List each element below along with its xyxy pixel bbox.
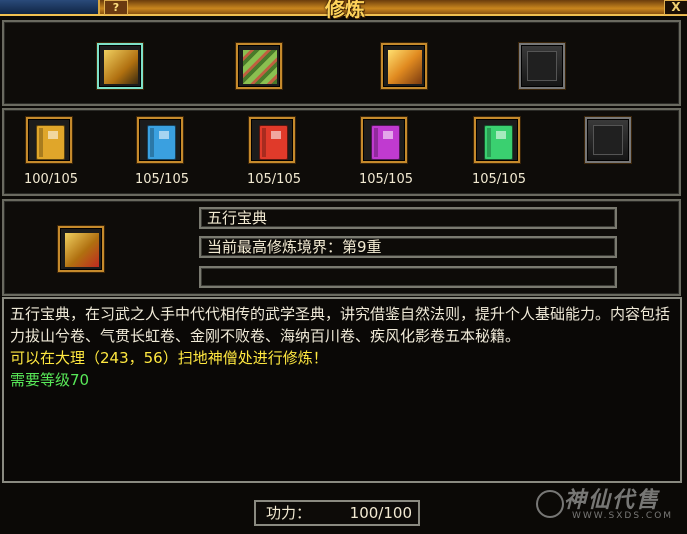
book-slot-5[interactable]	[474, 117, 520, 163]
book-slot-2[interactable]	[137, 117, 183, 163]
scroll-bundle-icon	[243, 50, 277, 84]
book-count-1: 100/105	[23, 172, 78, 187]
category-slot-scroll-bundle[interactable]	[236, 43, 282, 89]
category-slot-empty[interactable]	[519, 43, 565, 89]
books-panel	[2, 108, 681, 196]
book-slot-6-empty[interactable]	[585, 117, 631, 163]
watermark-logo-icon	[536, 490, 564, 518]
book-bundle-icon	[65, 233, 99, 267]
watermark-url: WWW.SXDS.COM	[572, 511, 674, 521]
book-bundle-icon	[104, 50, 138, 84]
character-portrait	[0, 0, 100, 14]
book-icon	[259, 125, 288, 160]
window-title: 修炼	[325, 0, 365, 21]
book-slot-3[interactable]	[249, 117, 295, 163]
book-count-3: 105/105	[246, 172, 301, 187]
description-box: 五行宝典，在习武之人手中代代相传的武学圣典，讲究借鉴自然法则，提升个人基础能力。…	[2, 297, 682, 483]
book-slot-4[interactable]	[361, 117, 407, 163]
watermark: 神仙代售 WWW.SXDS.COM	[532, 478, 687, 534]
description-body: 五行宝典，在习武之人手中代代相传的武学圣典，讲究借鉴自然法则，提升个人基础能力。…	[10, 305, 671, 345]
requirement-text: 需要等级70	[10, 371, 90, 389]
gongli-label: 功力：	[266, 504, 312, 522]
selected-book-slot	[58, 226, 104, 272]
close-button[interactable]: X	[664, 0, 687, 15]
book-icon	[147, 125, 176, 160]
category-slot-book-bundle[interactable]	[97, 43, 143, 89]
gongli-value: 100/100	[349, 504, 412, 522]
book-name-field: 五行宝典	[199, 207, 617, 229]
help-button[interactable]: ?	[104, 0, 128, 15]
book-icon	[36, 125, 65, 160]
book-slot-1[interactable]	[26, 117, 72, 163]
category-slot-gold-bundle[interactable]	[381, 43, 427, 89]
book-icon	[371, 125, 400, 160]
book-icon	[484, 125, 513, 160]
book-count-2: 105/105	[134, 172, 189, 187]
book-extra-field	[199, 266, 617, 288]
gold-bundle-icon	[388, 50, 422, 84]
book-level-field: 当前最高修炼境界：第9重	[199, 236, 617, 258]
watermark-text: 神仙代售	[564, 488, 661, 513]
book-count-4: 105/105	[358, 172, 413, 187]
location-text: 可以在大理（243，56）扫地神僧处进行修炼！	[10, 349, 328, 367]
book-count-5: 105/105	[471, 172, 526, 187]
gongli-field: 功力： 100/100	[254, 500, 420, 526]
